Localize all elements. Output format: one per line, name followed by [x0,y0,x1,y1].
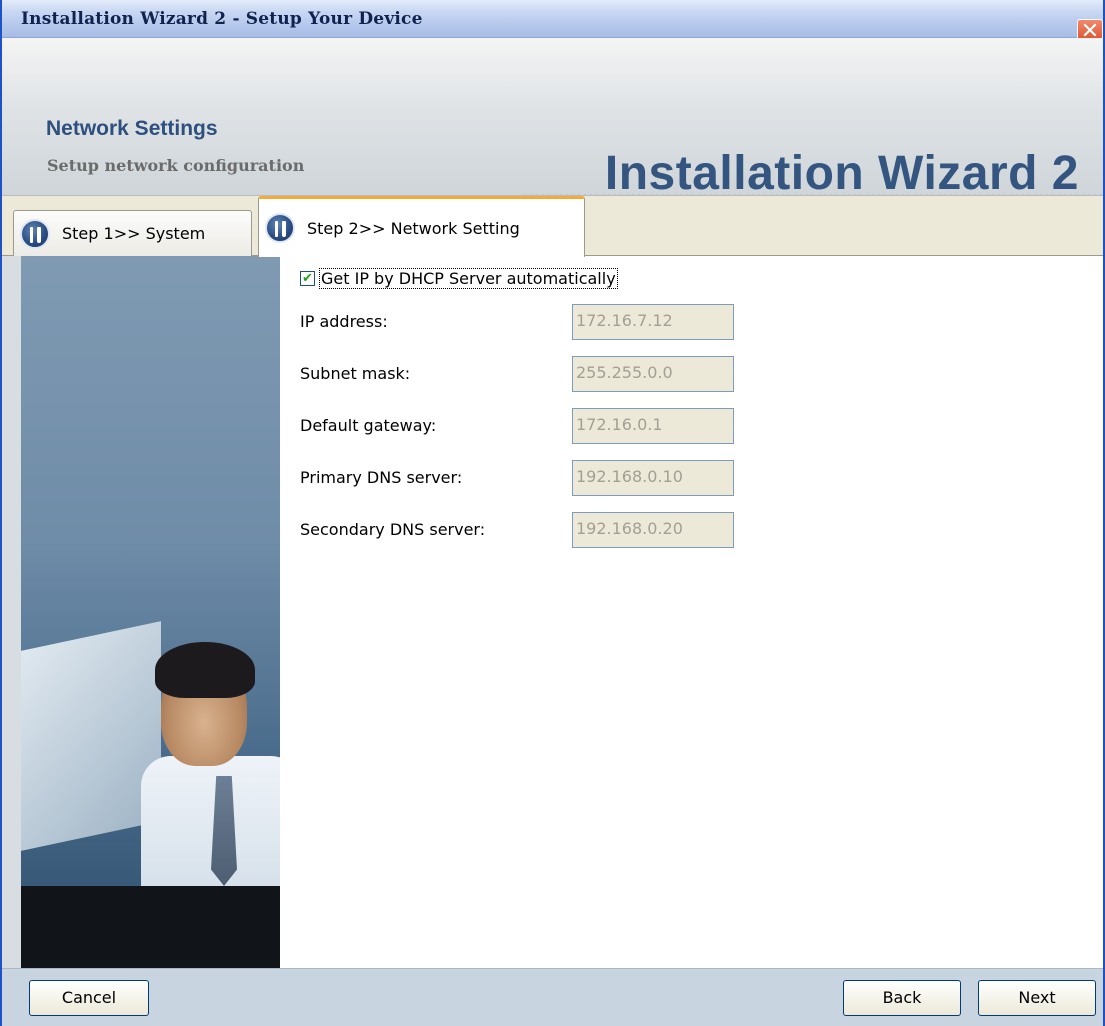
tab-label: Step 1>> System [62,224,206,243]
tab-step1-system[interactable]: Step 1>> System [13,210,252,256]
dhcp-checkbox-label[interactable]: Get IP by DHCP Server automatically [319,268,618,289]
primary-dns-field[interactable]: 192.168.0.10 [572,460,734,496]
default-gateway-field[interactable]: 172.16.0.1 [572,408,734,444]
monitor-illustration [21,621,161,851]
back-button[interactable]: Back [843,980,961,1016]
primary-dns-row: Primary DNS server: 192.168.0.10 [300,460,740,496]
page-subtitle: Setup network configuration [47,156,305,175]
window-title: Installation Wizard 2 - Setup Your Devic… [21,9,423,29]
primary-dns-label: Primary DNS server: [300,468,463,487]
ip-address-row: IP address: 172.16.7.12 [300,304,740,340]
subnet-mask-field[interactable]: 255.255.0.0 [572,356,734,392]
desk-illustration [21,886,280,968]
ip-address-label: IP address: [300,312,388,331]
secondary-dns-label: Secondary DNS server: [300,520,486,539]
ip-address-field[interactable]: 172.16.7.12 [572,304,734,340]
dhcp-checkbox[interactable]: ✔ [300,271,315,286]
brand-title: Installation Wizard 2 [604,147,1079,200]
subnet-mask-label: Subnet mask: [300,364,411,383]
cancel-button[interactable]: Cancel [29,980,149,1016]
button-bar: Cancel Back Next [2,968,1103,1026]
subnet-mask-row: Subnet mask: 255.255.0.0 [300,356,740,392]
tab-step2-network-setting[interactable]: Step 2>> Network Setting [258,196,585,257]
tools-icon [20,218,50,249]
title-bar: Installation Wizard 2 - Setup Your Devic… [2,0,1103,47]
side-illustration [2,256,280,968]
wizard-window: Installation Wizard 2 - Setup Your Devic… [0,0,1105,1026]
network-settings-form: ✔ Get IP by DHCP Server automatically IP… [280,256,1103,968]
default-gateway-label: Default gateway: [300,416,437,435]
tab-label: Step 2>> Network Setting [307,218,520,238]
dhcp-option[interactable]: ✔ Get IP by DHCP Server automatically [300,268,618,289]
default-gateway-row: Default gateway: 172.16.0.1 [300,408,740,444]
tools-icon [265,213,295,243]
tab-strip: Step 1>> System Step 2>> Network Setting [2,196,1103,257]
next-button[interactable]: Next [978,980,1096,1016]
page-title: Network Settings [46,117,218,140]
person-hair-illustration [155,642,255,698]
secondary-dns-row: Secondary DNS server: 192.168.0.20 [300,512,740,548]
header-banner: Network Settings Setup network configura… [2,38,1103,232]
secondary-dns-field[interactable]: 192.168.0.20 [572,512,734,548]
